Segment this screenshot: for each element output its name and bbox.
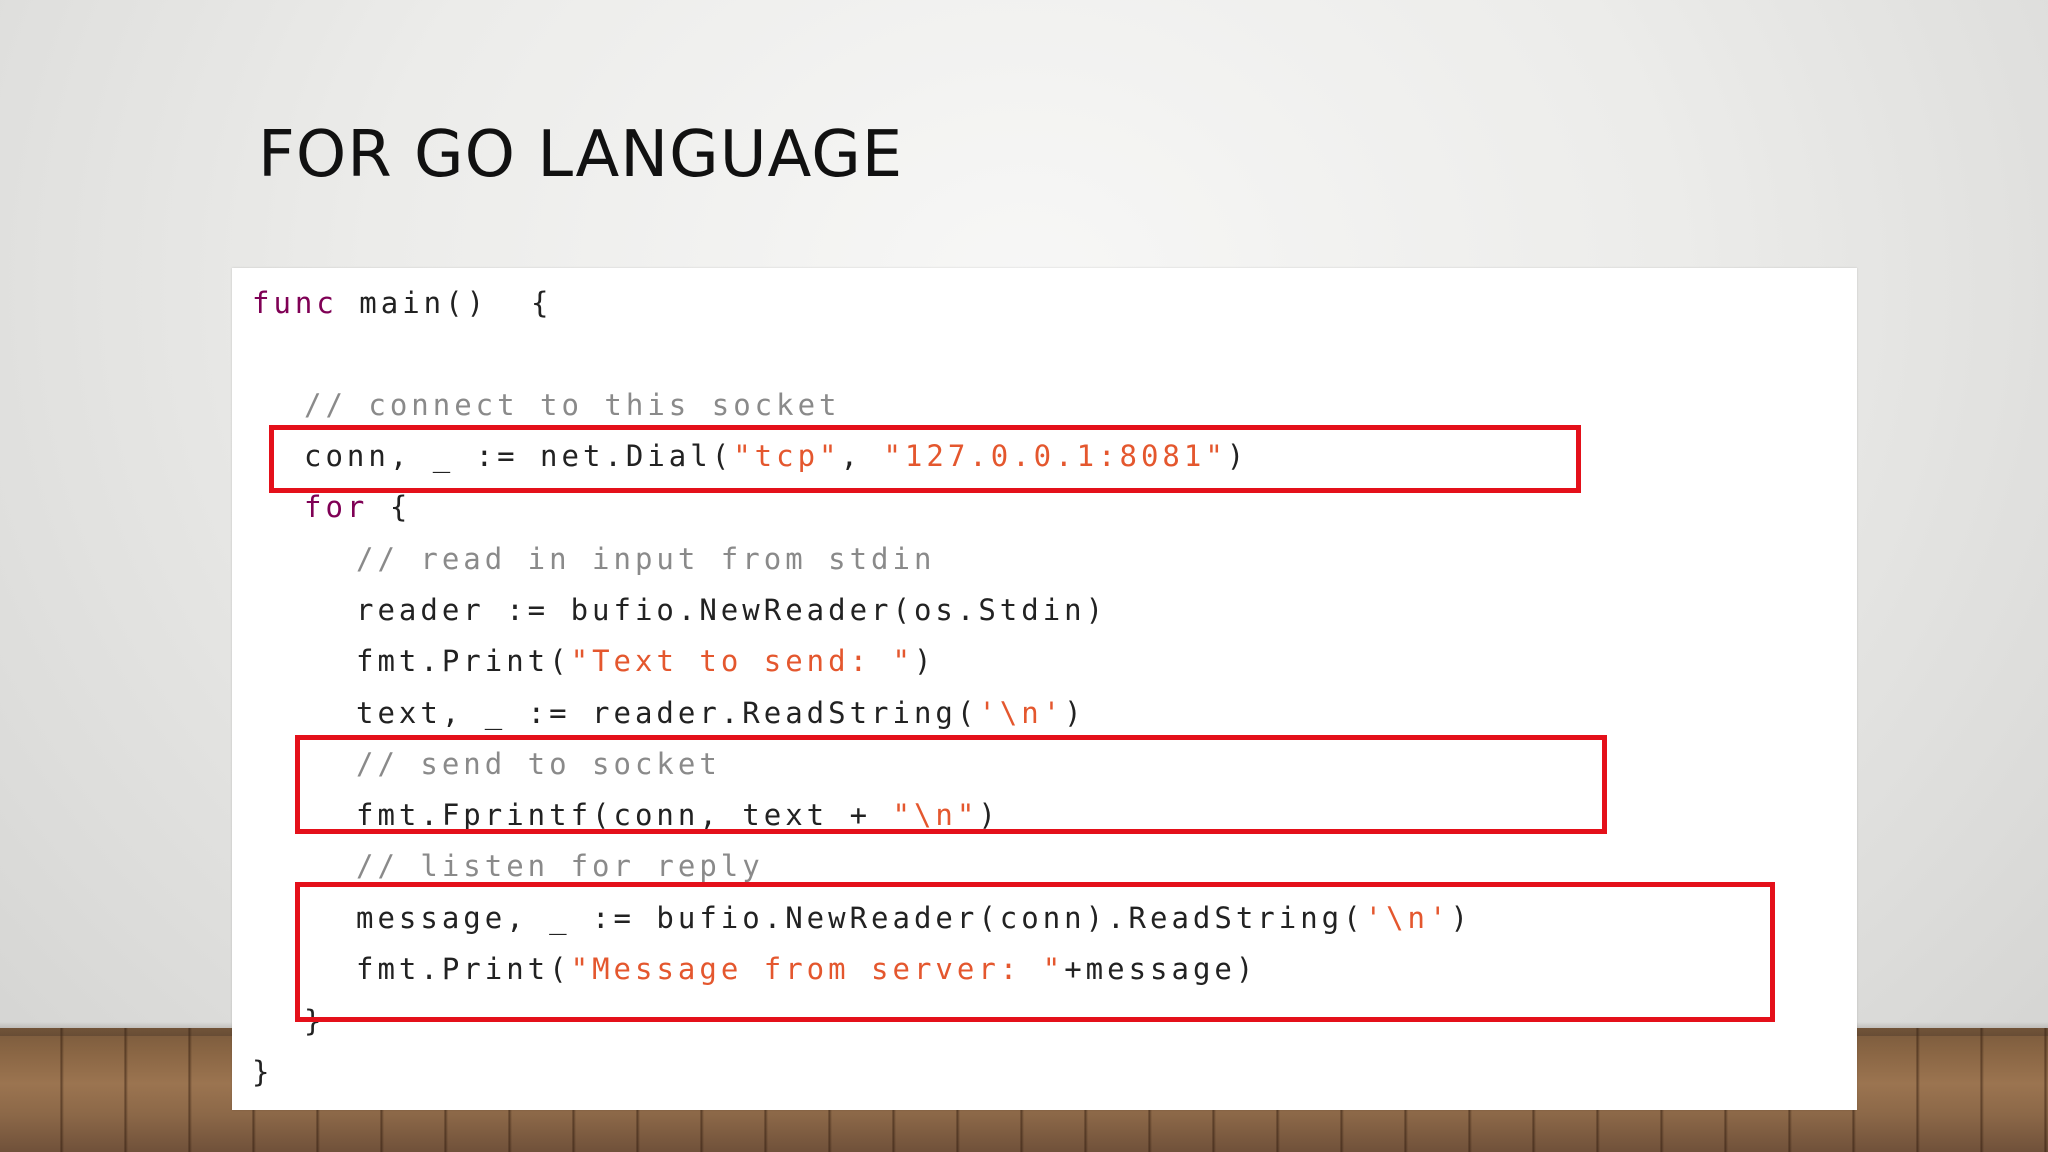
- code-text: +message): [1064, 952, 1258, 986]
- code-line-for: for {: [304, 485, 411, 529]
- code-text: main() {: [337, 286, 553, 320]
- code-text: ,: [840, 439, 884, 473]
- code-close-brace-for: }: [304, 1004, 326, 1038]
- code-text: ): [1226, 439, 1249, 473]
- code-text: ): [978, 798, 1000, 832]
- code-text: ): [1450, 901, 1472, 935]
- code-text: ): [913, 644, 936, 678]
- keyword-for: for: [304, 490, 369, 524]
- string-newline: "\n": [892, 798, 979, 832]
- code-text: fmt.Print(: [356, 644, 571, 678]
- keyword-func: func: [252, 286, 338, 320]
- code-line-dial: conn, _ := net.Dial("tcp", "127.0.0.1:80…: [304, 434, 1248, 478]
- code-comment-listen: // listen for reply: [356, 849, 764, 883]
- string-message-from-server: "Message from server: ": [570, 952, 1065, 986]
- string-newline-char: '\n': [1364, 901, 1451, 935]
- code-line-func-main: func main() {: [252, 281, 552, 325]
- code-screenshot: func main() { // connect to this socket …: [232, 268, 1857, 1110]
- code-text: {: [368, 490, 412, 524]
- string-address: "127.0.0.1:8081": [883, 439, 1227, 473]
- string-text-to-send: "Text to send: ": [570, 644, 914, 678]
- string-tcp: "tcp": [733, 439, 841, 473]
- code-line-readstring: text, _ := reader.ReadString('\n'): [356, 691, 1086, 735]
- code-text: fmt.Print(: [356, 952, 571, 986]
- code-text: fmt.Fprintf(conn, text +: [356, 798, 893, 832]
- code-line-fprintf: fmt.Fprintf(conn, text + "\n"): [356, 793, 1000, 837]
- string-newline-char: '\n': [978, 696, 1065, 730]
- code-text: text, _ := reader.ReadString(: [356, 696, 979, 730]
- code-text: message, _ := bufio.NewReader(conn).Read…: [356, 901, 1365, 935]
- code-text: ): [1064, 696, 1086, 730]
- code-line-reader: reader := bufio.NewReader(os.Stdin): [356, 593, 1108, 627]
- slide-title: FOR GO LANGUAGE: [258, 118, 904, 192]
- code-comment-read-input: // read in input from stdin: [356, 542, 936, 576]
- code-line-print-prompt: fmt.Print("Text to send: "): [356, 639, 935, 683]
- code-text: conn, _ := net.Dial(: [304, 439, 734, 473]
- code-close-brace-main: }: [252, 1055, 274, 1089]
- code-line-message: message, _ := bufio.NewReader(conn).Read…: [356, 896, 1472, 940]
- code-line-print-message: fmt.Print("Message from server: "+messag…: [356, 947, 1257, 991]
- code-comment-send: // send to socket: [356, 747, 721, 781]
- code-comment-connect: // connect to this socket: [304, 388, 841, 422]
